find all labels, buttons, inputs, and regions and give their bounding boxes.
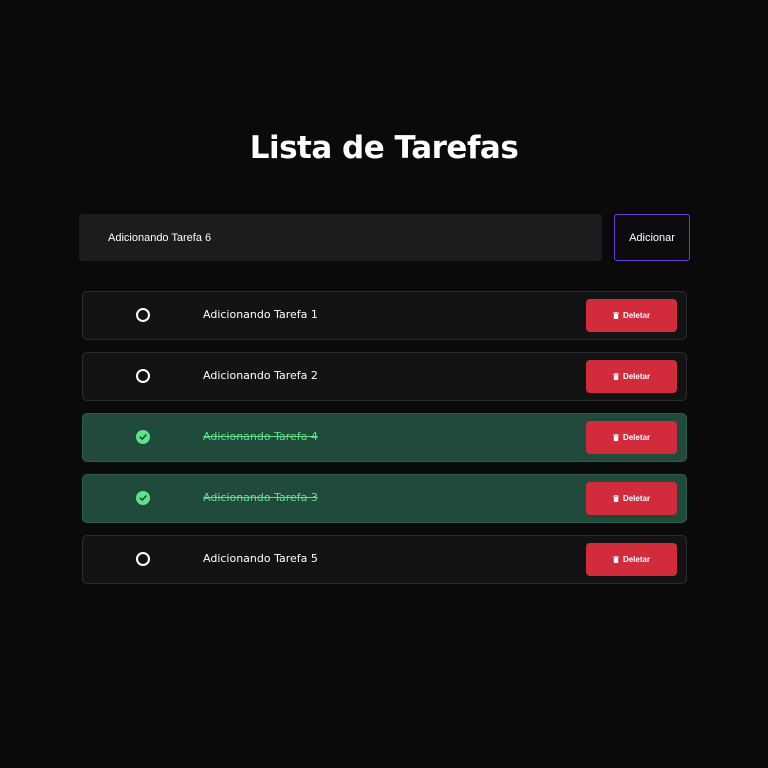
delete-label: Deletar bbox=[622, 372, 651, 381]
delete-button[interactable]: Deletar bbox=[586, 482, 677, 515]
circle-outline-icon[interactable] bbox=[136, 308, 150, 322]
task-item: Adicionando Tarefa 2 Deletar bbox=[82, 352, 687, 401]
trash-icon bbox=[612, 495, 619, 502]
task-text: Adicionando Tarefa 1 bbox=[203, 308, 318, 321]
task-text: Adicionando Tarefa 3 bbox=[203, 491, 318, 504]
check-circle-icon[interactable] bbox=[136, 491, 150, 505]
circle-outline-icon[interactable] bbox=[136, 552, 150, 566]
delete-label: Deletar bbox=[622, 433, 651, 442]
delete-button[interactable]: Deletar bbox=[586, 360, 677, 393]
task-item: Adicionando Tarefa 3 Deletar bbox=[82, 474, 687, 523]
add-button[interactable]: Adicionar bbox=[614, 214, 690, 261]
page-title: Lista de Tarefas bbox=[249, 130, 519, 166]
trash-icon bbox=[612, 373, 619, 380]
delete-label: Deletar bbox=[622, 311, 651, 320]
trash-icon bbox=[612, 434, 619, 441]
delete-label: Deletar bbox=[622, 494, 651, 503]
circle-outline-icon[interactable] bbox=[136, 369, 150, 383]
trash-icon bbox=[612, 556, 619, 563]
task-item: Adicionando Tarefa 5 Deletar bbox=[82, 535, 687, 584]
delete-button[interactable]: Deletar bbox=[586, 299, 677, 332]
task-input[interactable] bbox=[79, 214, 602, 261]
task-item: Adicionando Tarefa 4 Deletar bbox=[82, 413, 687, 462]
task-text: Adicionando Tarefa 2 bbox=[203, 369, 318, 382]
trash-icon bbox=[612, 312, 619, 319]
delete-button[interactable]: Deletar bbox=[586, 543, 677, 576]
delete-button[interactable]: Deletar bbox=[586, 421, 677, 454]
todo-app: Lista de Tarefas Adicionar Adicionando T… bbox=[0, 0, 768, 768]
task-text: Adicionando Tarefa 5 bbox=[203, 552, 318, 565]
delete-label: Deletar bbox=[622, 555, 651, 564]
add-task-form: Adicionar bbox=[79, 214, 690, 261]
check-circle-icon[interactable] bbox=[136, 430, 150, 444]
task-text: Adicionando Tarefa 4 bbox=[203, 430, 318, 443]
task-item: Adicionando Tarefa 1 Deletar bbox=[82, 291, 687, 340]
task-list: Adicionando Tarefa 1 Deletar Adicionando… bbox=[82, 291, 687, 596]
